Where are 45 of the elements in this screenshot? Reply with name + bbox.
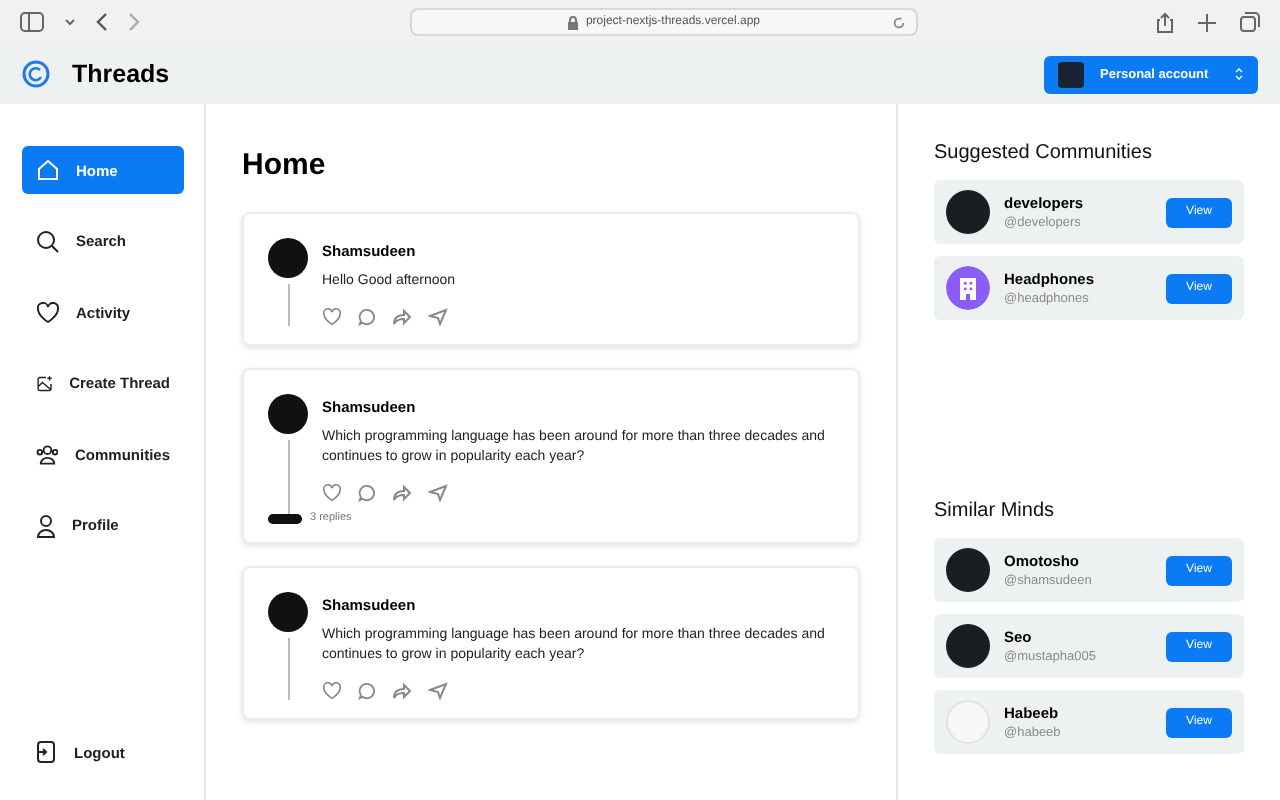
share-icon[interactable] xyxy=(1156,11,1174,33)
logo-icon xyxy=(22,60,50,88)
people-icon xyxy=(36,443,59,465)
up-down-chevron-icon xyxy=(1234,66,1244,82)
send-icon[interactable] xyxy=(428,308,448,326)
reload-icon[interactable] xyxy=(892,16,906,30)
chevron-down-icon[interactable] xyxy=(64,18,76,26)
back-icon[interactable] xyxy=(96,12,108,32)
search-icon xyxy=(36,229,60,253)
send-icon[interactable] xyxy=(428,682,448,700)
reply-avatar-placeholder xyxy=(268,513,302,523)
sidebar-toggle-icon[interactable] xyxy=(20,12,44,32)
avatar-photo-placeholder xyxy=(946,190,990,234)
logout-icon xyxy=(36,740,58,764)
send-icon[interactable] xyxy=(428,484,448,502)
tabs-icon[interactable] xyxy=(1240,12,1260,32)
avatar-photo-placeholder xyxy=(268,394,308,434)
avatar-photo-placeholder xyxy=(268,592,308,632)
image-plus-icon xyxy=(36,371,54,395)
avatar-photo-placeholder xyxy=(946,548,990,592)
plus-icon[interactable] xyxy=(1198,13,1216,31)
chat-icon[interactable] xyxy=(358,308,376,326)
heart-icon[interactable] xyxy=(322,484,342,502)
thread-line xyxy=(287,638,289,700)
repost-icon[interactable] xyxy=(392,308,412,326)
account-photo-placeholder xyxy=(1058,61,1084,87)
app-title: Threads xyxy=(72,60,170,88)
heart-icon[interactable] xyxy=(322,308,342,326)
avatar-photo-placeholder xyxy=(946,624,990,668)
page-title: Home xyxy=(242,148,328,182)
repost-icon[interactable] xyxy=(392,682,412,700)
chat-icon[interactable] xyxy=(358,682,376,700)
avatar-photo-placeholder xyxy=(268,238,308,278)
heart-icon[interactable] xyxy=(322,682,342,700)
forward-icon[interactable] xyxy=(128,12,140,32)
home-icon xyxy=(36,158,60,182)
repost-icon[interactable] xyxy=(392,484,412,502)
lock-icon xyxy=(567,15,578,29)
person-icon xyxy=(36,513,56,537)
section-title: Similar Minds xyxy=(934,500,1057,522)
chat-icon[interactable] xyxy=(358,484,376,502)
building-avatar-icon xyxy=(946,266,990,310)
heart-icon xyxy=(36,301,60,323)
thread-line xyxy=(287,284,289,326)
section-title: Suggested Communities xyxy=(934,142,1154,164)
